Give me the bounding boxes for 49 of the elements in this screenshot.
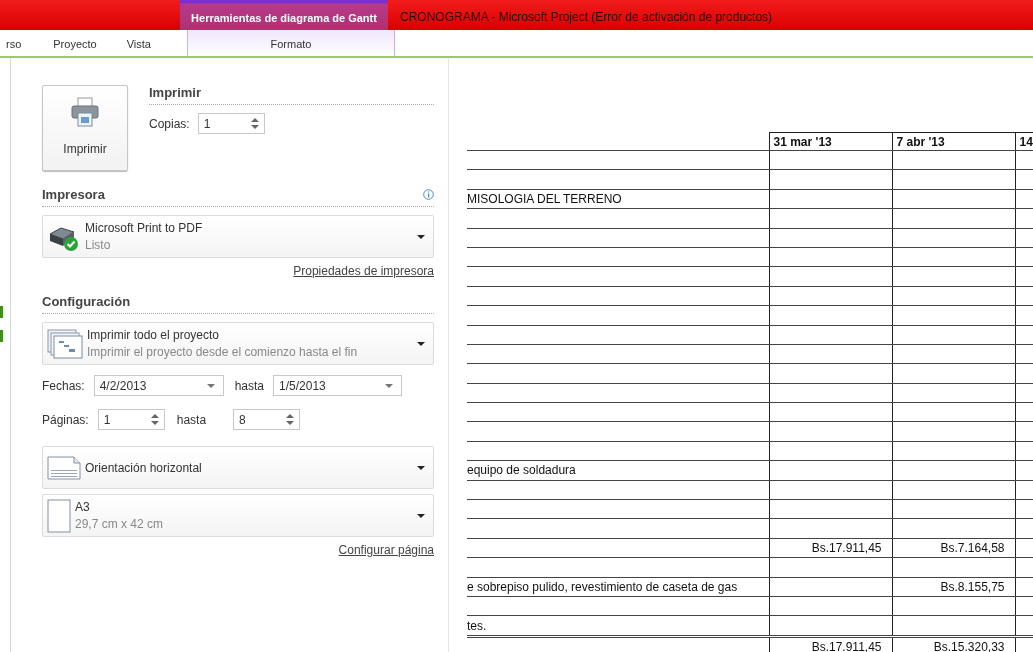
task-name: tes. (467, 618, 487, 633)
section-heading: Imprimir (149, 85, 202, 100)
ribbon-tab[interactable]: Proyecto (53, 30, 97, 56)
info-icon[interactable] (423, 189, 434, 200)
dates-label: Fechas: (42, 378, 85, 393)
ribbon-tab[interactable]: Vista (126, 30, 151, 56)
ribbon-tab[interactable]: Formato (186, 30, 395, 56)
printer-icon (69, 96, 101, 128)
until-label: hasta (234, 378, 265, 393)
printer-dropdown[interactable]: Microsoft Print to PDF Listo (42, 215, 434, 258)
start-date-field[interactable]: 4/2/2013 (93, 375, 224, 396)
caret-icon (417, 341, 425, 346)
section-heading: Impresora (42, 187, 105, 202)
task-name: MISOLOGIA DEL TERRENO (467, 191, 622, 206)
print-button[interactable]: Imprimir (42, 85, 128, 171)
task-name: equipo de soldadura (467, 463, 576, 478)
context-tab-label: Herramientas de diagrama de Gantt (180, 0, 388, 30)
start-page-spinner[interactable]: 1 (97, 409, 165, 430)
week-header: 14 (1015, 132, 1033, 151)
print-scope-dropdown[interactable]: Imprimir todo el proyecto Imprimir el proyecto desde el comienzo hasta el fin (42, 322, 434, 365)
paper-dropdown[interactable]: A3 29,7 cm x 42 cm (42, 494, 434, 537)
portrait-page-icon (47, 498, 71, 533)
end-date-field[interactable]: 1/5/2013 (273, 375, 403, 396)
pages-label: Páginas: (42, 412, 89, 427)
cost-value: Bs.7.164,58 (940, 541, 1005, 555)
week-header: 31 mar '13 (769, 132, 892, 151)
caret-icon (417, 513, 425, 518)
caret-icon (417, 465, 425, 470)
pages-stack-icon (47, 328, 83, 359)
cost-value: Bs.17.911,45 (811, 639, 882, 652)
section-heading: Configuración (42, 294, 131, 309)
edge-marker (0, 330, 3, 342)
orientation-dropdown[interactable]: Orientación horizontal (42, 446, 434, 489)
caret-icon (417, 234, 425, 239)
until-label: hasta (176, 412, 207, 427)
copies-spinner[interactable]: 1 (197, 113, 265, 134)
end-page-spinner[interactable]: 8 (233, 409, 301, 430)
cost-value: Bs.15.320,33 (933, 639, 1005, 652)
copies-label: Copias: (149, 116, 190, 131)
cost-value: Bs.17.911,45 (811, 541, 882, 555)
ribbon-tab[interactable]: rso (6, 30, 22, 56)
page-setup-link[interactable]: Configurar página (338, 543, 434, 557)
task-name: e sobrepiso pulido, revestimiento de caseta de gas (467, 579, 738, 594)
landscape-page-icon (47, 455, 81, 480)
week-header: 7 abr '13 (892, 132, 1015, 151)
cost-value: Bs.8.155,75 (940, 579, 1005, 594)
printer-properties-link[interactable]: Propiedades de impresora (293, 264, 434, 278)
window-title: CRONOGRAMA - Microsoft Project (Error de activación de productos) (399, 9, 773, 26)
edge-marker (0, 306, 3, 318)
